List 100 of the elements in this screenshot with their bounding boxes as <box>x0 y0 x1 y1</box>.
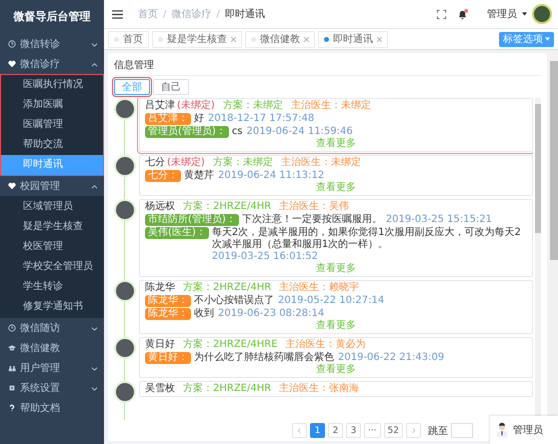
page-button[interactable]: 1 <box>310 423 325 438</box>
avatar <box>116 201 134 219</box>
avatar <box>116 157 134 175</box>
menu-icon[interactable] <box>112 10 123 18</box>
page-button[interactable]: 52 <box>384 423 403 438</box>
sidebar-subitem[interactable]: 帮助交流 <box>1 135 103 155</box>
sidebar-item[interactable]: 微信随访 <box>0 318 104 338</box>
page-tab[interactable]: 疑是学生核查 <box>152 30 242 48</box>
patient-name: 黄日好 <box>145 339 175 351</box>
message-text: 每天2次，是减半服用的，如果你觉得1次服用副反应大，可改为每天2次减半服用（总量和服用1次的一样）。 <box>212 227 522 251</box>
fullscreen-icon[interactable] <box>437 10 446 18</box>
plan-label: 方案：未绑定 <box>212 157 273 169</box>
message-time: 2019-03-25 15:15:21 <box>386 214 492 226</box>
message-time: 2019-06-24 11:13:12 <box>218 170 324 182</box>
patient-name: 吴雪枚 <box>145 383 175 395</box>
chevron-icon <box>91 184 98 188</box>
sender-tag: 市结防所(管理员)： <box>145 214 239 226</box>
sidebar-subitem[interactable]: 区域管理员 <box>1 197 103 217</box>
avatar <box>116 100 134 118</box>
sender-tag: 吴伟(医生)： <box>145 227 209 239</box>
close-icon[interactable] <box>377 36 382 42</box>
sidebar-item[interactable]: 微信转诊 <box>0 34 104 54</box>
floating-user-widget[interactable]: 管理员 <box>490 416 558 444</box>
panel-title: 信息管理 <box>114 56 541 76</box>
sender-tag: 吕艾津： <box>145 113 191 125</box>
people-icon <box>8 364 16 372</box>
message-text: 不小心按错误点了 <box>194 295 274 307</box>
doctor-label: 主治医生：吴伟 <box>279 201 350 213</box>
message-text: 好 <box>194 113 204 125</box>
doctor-label: 主治医生：未绑定 <box>280 157 361 169</box>
breadcrumb-separator: / <box>216 8 220 20</box>
chevron-icon <box>91 326 98 330</box>
sender-tag: 黄日好： <box>145 352 191 364</box>
page-tab[interactable]: 微信健教 <box>245 30 315 48</box>
avatar[interactable] <box>532 4 552 24</box>
doctor-label: 主治医生：赖晓宇 <box>279 282 360 294</box>
sidebar-subitem[interactable]: 学校安全管理员 <box>1 257 103 277</box>
doctor-label: 主治医生：未绑定 <box>290 100 371 112</box>
chevron-right-icon <box>412 428 415 433</box>
clock-icon <box>8 324 16 332</box>
sender-tag: 陈龙华： <box>145 295 191 307</box>
question-icon <box>8 404 16 412</box>
sidebar-subitem[interactable]: 疑是学生核查 <box>1 217 103 237</box>
sidebar-item[interactable]: 帮助文档 <box>0 398 104 418</box>
sidebar-subitem[interactable]: 修复学通知书 <box>1 297 103 317</box>
sidebar-item[interactable]: 系统设置 <box>0 378 104 398</box>
sidebar-item[interactable]: 微信诊疗 <box>0 54 104 74</box>
filter-tab[interactable]: 自己 <box>153 79 189 95</box>
caret-icon <box>522 12 527 16</box>
sender-tag: 管理员(管理员)： <box>145 126 229 138</box>
heart-icon <box>8 60 16 68</box>
doctor-label: 主治医生：黄必为 <box>286 339 366 351</box>
app-title: 微督导后台管理 <box>12 9 92 25</box>
patient-name: 吕艾津 <box>145 100 175 112</box>
chevron-icon <box>91 42 98 46</box>
scrollbar[interactable] <box>550 53 558 414</box>
page-button[interactable]: ··· <box>364 423 381 438</box>
dot-icon <box>324 36 329 42</box>
patient-name: 陈龙华 <box>145 282 175 294</box>
message-time: 2019-03-25 16:01:52 <box>212 251 318 262</box>
sidebar-subitem[interactable]: 学生转诊 <box>1 277 103 297</box>
doctor-label: 主治医生：张南海 <box>279 383 360 395</box>
sidebar-subitem[interactable]: 校医管理 <box>1 237 103 257</box>
user-menu[interactable]: 管理员 <box>487 7 517 21</box>
plan-label: 方案：2HRZE/4HR <box>183 201 272 213</box>
plan-label: 方案：2HRZE/4HR <box>183 383 272 395</box>
caret-icon <box>545 37 550 41</box>
chevron-icon <box>91 366 98 370</box>
page-input[interactable] <box>451 423 473 438</box>
message-text: 黄楚芹 <box>184 170 214 182</box>
chevron-icon <box>91 62 98 66</box>
chevron-left-icon <box>298 428 301 433</box>
sender-tag: 七分： <box>145 170 181 182</box>
sidebar-subitem[interactable]: 医嘱管理 <box>1 115 103 135</box>
message-time: 2019-05-22 10:27:14 <box>278 295 384 307</box>
plan-label: 方案：2HRZE/4HR <box>183 282 272 294</box>
page-button[interactable]: 3 <box>346 423 361 438</box>
page-tab[interactable]: 首页 <box>108 30 149 48</box>
sidebar-subitem[interactable]: 添加医嘱 <box>1 95 103 115</box>
page-button[interactable]: 2 <box>328 423 343 438</box>
avatar <box>116 282 134 300</box>
sidebar-item[interactable]: 校园管理 <box>0 176 104 196</box>
binding-status: (未绑定) <box>167 157 205 169</box>
chevron-icon <box>91 386 98 390</box>
message-text: 为什么吃了肺结核药嘴唇会紫色 <box>194 352 334 364</box>
bell-icon[interactable] <box>457 8 468 20</box>
sidebar-subitem[interactable]: 医嘱执行情况 <box>1 75 103 95</box>
sender-tag: 陈龙华： <box>145 308 191 320</box>
avatar <box>116 383 134 401</box>
page-tab[interactable]: 即时通讯 <box>318 30 388 48</box>
person-icon <box>496 422 508 438</box>
message-text: 收到 <box>194 308 214 320</box>
close-icon[interactable] <box>231 36 236 42</box>
message-time: 2019-06-22 21:43:09 <box>338 352 444 364</box>
sidebar-item[interactable]: 用户管理 <box>0 358 104 378</box>
close-icon[interactable] <box>304 36 309 42</box>
message-time: 2019-06-23 08:28:14 <box>218 308 324 320</box>
heart-icon <box>8 182 16 190</box>
sidebar-item[interactable]: 微信健教 <box>0 338 104 358</box>
message-time: 2018-12-17 17:57:48 <box>208 113 314 125</box>
